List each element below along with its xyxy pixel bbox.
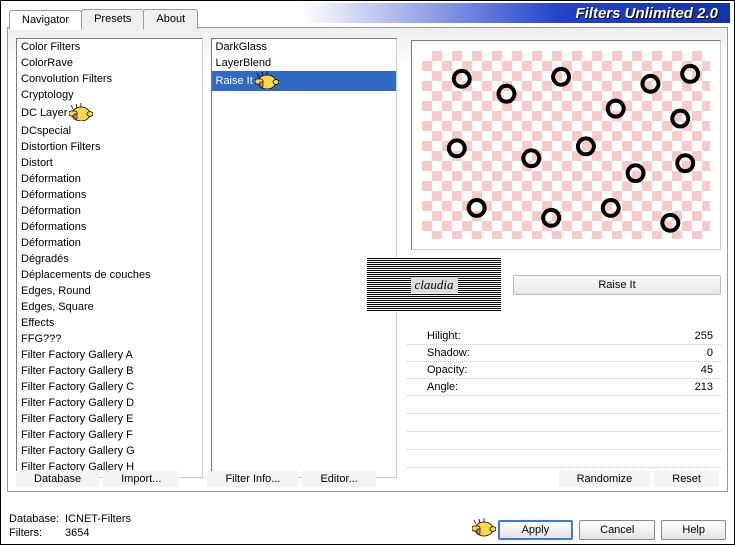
title-banner: Filters Unlimited 2.0 bbox=[301, 3, 730, 23]
category-item[interactable]: Déformations bbox=[17, 219, 202, 235]
param-value: 0 bbox=[707, 347, 713, 359]
category-item[interactable]: FFG??? bbox=[17, 331, 202, 347]
main-panel: Color FiltersColorRaveConvolution Filter… bbox=[7, 27, 728, 492]
filter-item[interactable]: DarkGlass bbox=[212, 39, 397, 55]
category-item[interactable]: Déformation bbox=[17, 203, 202, 219]
reset-button[interactable]: Reset bbox=[654, 471, 719, 487]
filter-item[interactable]: Raise It bbox=[212, 71, 397, 91]
category-item[interactable]: Filter Factory Gallery C bbox=[17, 379, 202, 395]
pointer-hand-icon bbox=[69, 103, 93, 121]
filter-title: Raise It bbox=[513, 275, 721, 295]
category-item[interactable]: Cryptology bbox=[17, 87, 202, 103]
tab-about[interactable]: About bbox=[143, 9, 198, 29]
footer-info: Database:ICNET-Filters Filters:3654 bbox=[9, 512, 131, 540]
filters-count-label: Filters: bbox=[9, 526, 65, 540]
filter-info-button[interactable]: Filter Info... bbox=[207, 471, 298, 487]
param-row-empty bbox=[407, 450, 721, 468]
tab-presets[interactable]: Presets bbox=[81, 9, 144, 29]
param-label: Angle: bbox=[427, 381, 458, 393]
param-row[interactable]: Angle: 213 bbox=[407, 379, 721, 396]
param-row-empty bbox=[407, 414, 721, 432]
category-item[interactable]: Déformation bbox=[17, 235, 202, 251]
help-button[interactable]: Help bbox=[661, 520, 726, 540]
pointer-hand-icon bbox=[472, 518, 496, 538]
category-item[interactable]: Déformation bbox=[17, 171, 202, 187]
category-item[interactable]: Convolution Filters bbox=[17, 71, 202, 87]
tab-bar: Navigator Presets About bbox=[9, 9, 197, 29]
db-value: ICNET-Filters bbox=[65, 513, 131, 525]
param-label: Opacity: bbox=[427, 364, 467, 376]
param-value: 213 bbox=[695, 381, 713, 393]
editor-button[interactable]: Editor... bbox=[302, 471, 375, 487]
category-item[interactable]: Filter Factory Gallery G bbox=[17, 443, 202, 459]
param-row-empty bbox=[407, 432, 721, 450]
category-item[interactable]: Distort bbox=[17, 155, 202, 171]
param-value: 45 bbox=[701, 364, 713, 376]
category-item[interactable]: Edges, Round bbox=[17, 283, 202, 299]
category-item[interactable]: Filter Factory Gallery E bbox=[17, 411, 202, 427]
filters-count-value: 3654 bbox=[65, 527, 89, 539]
category-list[interactable]: Color FiltersColorRaveConvolution Filter… bbox=[16, 38, 203, 478]
category-item[interactable]: Filter Factory Gallery F bbox=[17, 427, 202, 443]
param-row-empty bbox=[407, 396, 721, 414]
param-row[interactable]: Shadow: 0 bbox=[407, 345, 721, 362]
category-item[interactable]: Effects bbox=[17, 315, 202, 331]
category-item[interactable]: Distortion Filters bbox=[17, 139, 202, 155]
apply-button[interactable]: Apply bbox=[498, 520, 574, 540]
preview-area bbox=[411, 40, 721, 250]
category-item[interactable]: Color Filters bbox=[17, 39, 202, 55]
watermark-logo: claudia bbox=[367, 258, 501, 312]
category-item[interactable]: Filter Factory Gallery D bbox=[17, 395, 202, 411]
cancel-button[interactable]: Cancel bbox=[579, 520, 655, 540]
category-item[interactable]: Déplacements de couches bbox=[17, 267, 202, 283]
filter-item[interactable]: LayerBlend bbox=[212, 55, 397, 71]
category-item[interactable]: DCspecial bbox=[17, 123, 202, 139]
panel-buttons: Database Import... Filter Info... Editor… bbox=[16, 471, 719, 487]
randomize-button[interactable]: Randomize bbox=[559, 471, 651, 487]
param-value: 255 bbox=[695, 330, 713, 342]
param-label: Hilight: bbox=[427, 330, 461, 342]
footer: Database:ICNET-Filters Filters:3654 Appl… bbox=[9, 498, 726, 540]
category-item[interactable]: Dégradés bbox=[17, 251, 202, 267]
import-button[interactable]: Import... bbox=[103, 471, 179, 487]
category-item[interactable]: Filter Factory Gallery B bbox=[17, 363, 202, 379]
param-row[interactable]: Opacity: 45 bbox=[407, 362, 721, 379]
app-title: Filters Unlimited 2.0 bbox=[575, 5, 718, 22]
category-item[interactable]: DC Layer bbox=[17, 103, 202, 123]
database-button[interactable]: Database bbox=[16, 471, 99, 487]
param-label: Shadow: bbox=[427, 347, 470, 359]
parameters-list: Hilight: 255 Shadow: 0 Opacity: 45 Angle: 213 bbox=[407, 328, 721, 468]
pointer-hand-icon bbox=[255, 71, 279, 89]
category-item[interactable]: ColorRave bbox=[17, 55, 202, 71]
category-item[interactable]: Déformations bbox=[17, 187, 202, 203]
tab-navigator[interactable]: Navigator bbox=[9, 10, 82, 30]
param-row[interactable]: Hilight: 255 bbox=[407, 328, 721, 345]
db-label: Database: bbox=[9, 512, 65, 526]
category-item[interactable]: Edges, Square bbox=[17, 299, 202, 315]
category-item[interactable]: Filter Factory Gallery A bbox=[17, 347, 202, 363]
